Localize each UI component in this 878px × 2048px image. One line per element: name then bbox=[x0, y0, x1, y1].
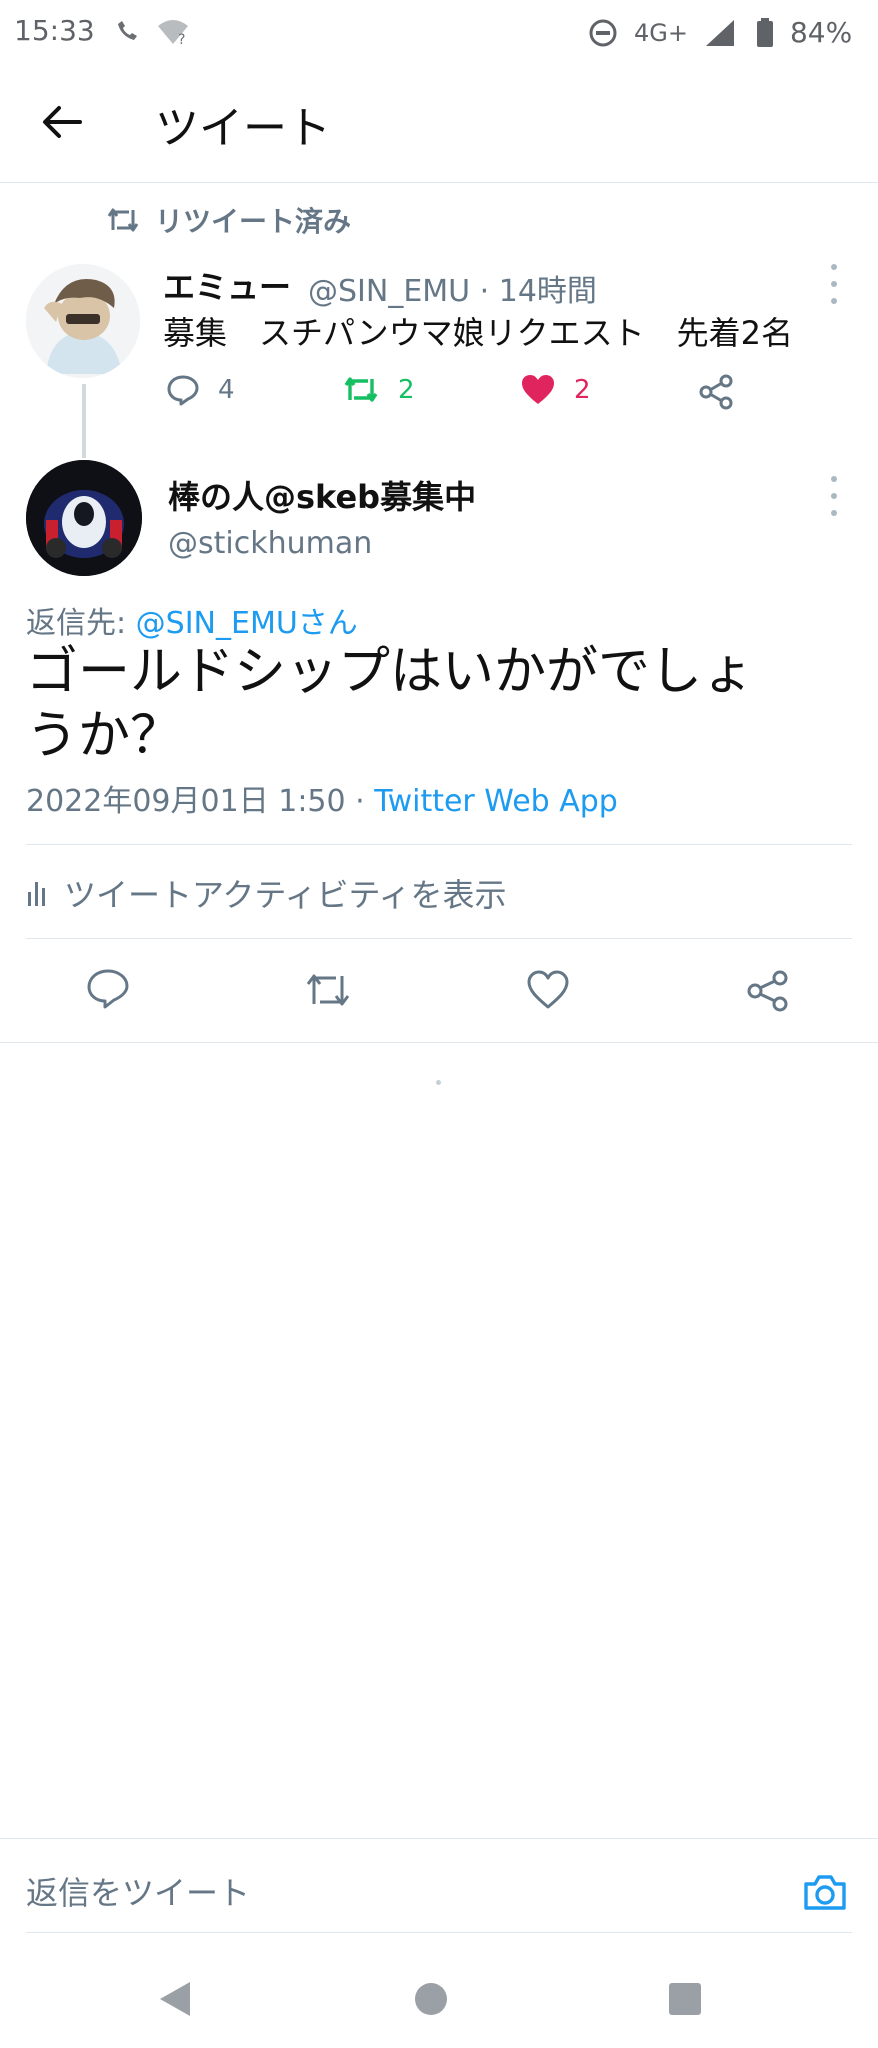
nav-recents-icon[interactable] bbox=[668, 1982, 702, 2016]
reply-input[interactable]: 返信をツイート bbox=[26, 1868, 250, 1914]
signal-icon bbox=[705, 19, 734, 46]
author-handle-time: @SIN_EMU · 14時間 bbox=[308, 274, 597, 309]
avatar-stickhuman[interactable] bbox=[26, 460, 142, 576]
back-button[interactable] bbox=[30, 90, 94, 154]
like-button[interactable]: 2 bbox=[520, 374, 591, 406]
tweet-timestamp: 2022年09月01日 1:50 · bbox=[26, 784, 375, 819]
app-bar bbox=[0, 64, 878, 183]
page-title: ツイート bbox=[155, 103, 331, 154]
retweet-button[interactable]: 2 bbox=[342, 374, 415, 406]
more-options-icon[interactable] bbox=[824, 264, 844, 304]
share-action-button[interactable] bbox=[746, 970, 790, 1016]
tweet-meta: 2022年09月01日 1:50 · Twitter Web App bbox=[26, 776, 618, 820]
retweeted-banner: リツイート済み bbox=[105, 200, 351, 240]
share-icon bbox=[699, 374, 733, 410]
author-name[interactable]: エミュー bbox=[163, 262, 291, 308]
tweet-text: ゴールドシップはいかがでしょうか？ bbox=[26, 642, 755, 766]
bar-chart-icon bbox=[28, 882, 45, 906]
reply-icon bbox=[87, 969, 129, 1009]
tweet-source-link[interactable]: Twitter Web App bbox=[374, 784, 618, 819]
arrow-left-icon bbox=[43, 106, 82, 138]
nav-home-icon[interactable] bbox=[414, 1982, 448, 2016]
network-type: 4G+ bbox=[634, 18, 688, 47]
nav-back-icon[interactable] bbox=[158, 1980, 192, 2018]
like-count: 2 bbox=[574, 375, 591, 405]
do-not-disturb-icon bbox=[589, 19, 617, 46]
reply-to-label: 返信先: bbox=[26, 606, 136, 641]
camera-button[interactable] bbox=[802, 1872, 848, 1916]
reply-action-button[interactable] bbox=[86, 968, 130, 1014]
avatar-emu[interactable] bbox=[26, 264, 140, 378]
share-icon bbox=[747, 970, 788, 1012]
tweet-activity-link[interactable]: ツイートアクティビティを表示 bbox=[26, 870, 507, 916]
reply-button[interactable]: 4 bbox=[166, 374, 235, 406]
heart-filled-icon bbox=[522, 375, 554, 404]
divider bbox=[26, 844, 852, 845]
author-name[interactable]: 棒の人@skeb募集中 bbox=[168, 472, 476, 518]
wifi-unknown-icon: ? bbox=[158, 20, 188, 46]
reply-to-link[interactable]: @SIN_EMUさん bbox=[136, 606, 358, 641]
tweet-text[interactable]: 募集 スチパンウマ娘リクエスト 先着2名 bbox=[163, 308, 793, 354]
wifi-calling-icon bbox=[118, 21, 137, 40]
system-nav-bar bbox=[0, 1950, 878, 2048]
status-time: 15:33 bbox=[14, 14, 95, 47]
author-handle[interactable]: @stickhuman bbox=[168, 526, 372, 561]
retweeted-label: リツイート済み bbox=[155, 205, 352, 238]
tweet-activity-label: ツイートアクティビティを表示 bbox=[64, 876, 507, 914]
divider bbox=[0, 1042, 878, 1043]
divider bbox=[0, 1838, 878, 1839]
more-options-icon[interactable] bbox=[824, 476, 844, 516]
battery-icon bbox=[756, 17, 773, 47]
reply-icon bbox=[167, 375, 199, 406]
retweet-icon bbox=[306, 974, 350, 1006]
divider bbox=[26, 1932, 852, 1933]
like-action-button[interactable] bbox=[526, 970, 570, 1014]
share-button[interactable] bbox=[698, 374, 734, 414]
battery-percent: 84% bbox=[789, 16, 853, 49]
camera-icon bbox=[804, 1875, 846, 1910]
retweet-count: 2 bbox=[398, 375, 415, 405]
reply-count: 4 bbox=[218, 375, 235, 405]
reply-to-line: 返信先: @SIN_EMUさん bbox=[26, 598, 358, 642]
divider bbox=[26, 938, 852, 939]
retweet-icon bbox=[107, 208, 139, 232]
retweet-icon bbox=[344, 377, 378, 402]
svg-text:?: ? bbox=[178, 32, 185, 46]
retweet-action-button[interactable] bbox=[304, 970, 352, 1014]
status-bar: 15:33 ? 4G+ 84% bbox=[0, 0, 878, 64]
loading-dot bbox=[436, 1080, 441, 1085]
thread-connector bbox=[82, 384, 86, 458]
heart-icon bbox=[527, 970, 569, 1009]
